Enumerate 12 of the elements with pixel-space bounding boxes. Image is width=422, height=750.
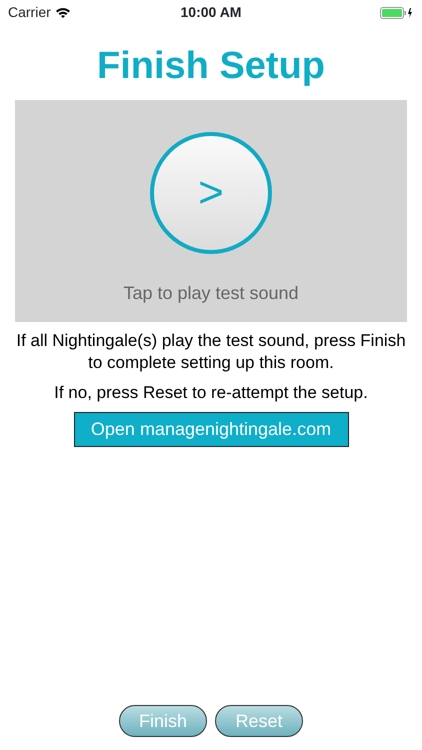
website-link-button[interactable]: Open managenightingale.com <box>74 412 348 447</box>
instruction-text: If no, press Reset to re-attempt the setup. <box>54 382 368 404</box>
page-title: Finish Setup <box>96 44 326 89</box>
action-button[interactable]: Finish <box>119 705 207 737</box>
play-button[interactable]: > <box>150 132 272 254</box>
wifi-icon <box>54 6 71 18</box>
carrier-label: Carrier <box>8 3 51 22</box>
action-button[interactable]: Reset <box>215 705 303 737</box>
instruction-text: If all Nightingale(s) play the test sound, press Finish to complete setting up this room. <box>16 330 406 374</box>
battery-icon <box>380 6 414 18</box>
clock: 10:00 AM <box>180 3 242 22</box>
play-caption: Tap to play test sound <box>123 282 299 305</box>
